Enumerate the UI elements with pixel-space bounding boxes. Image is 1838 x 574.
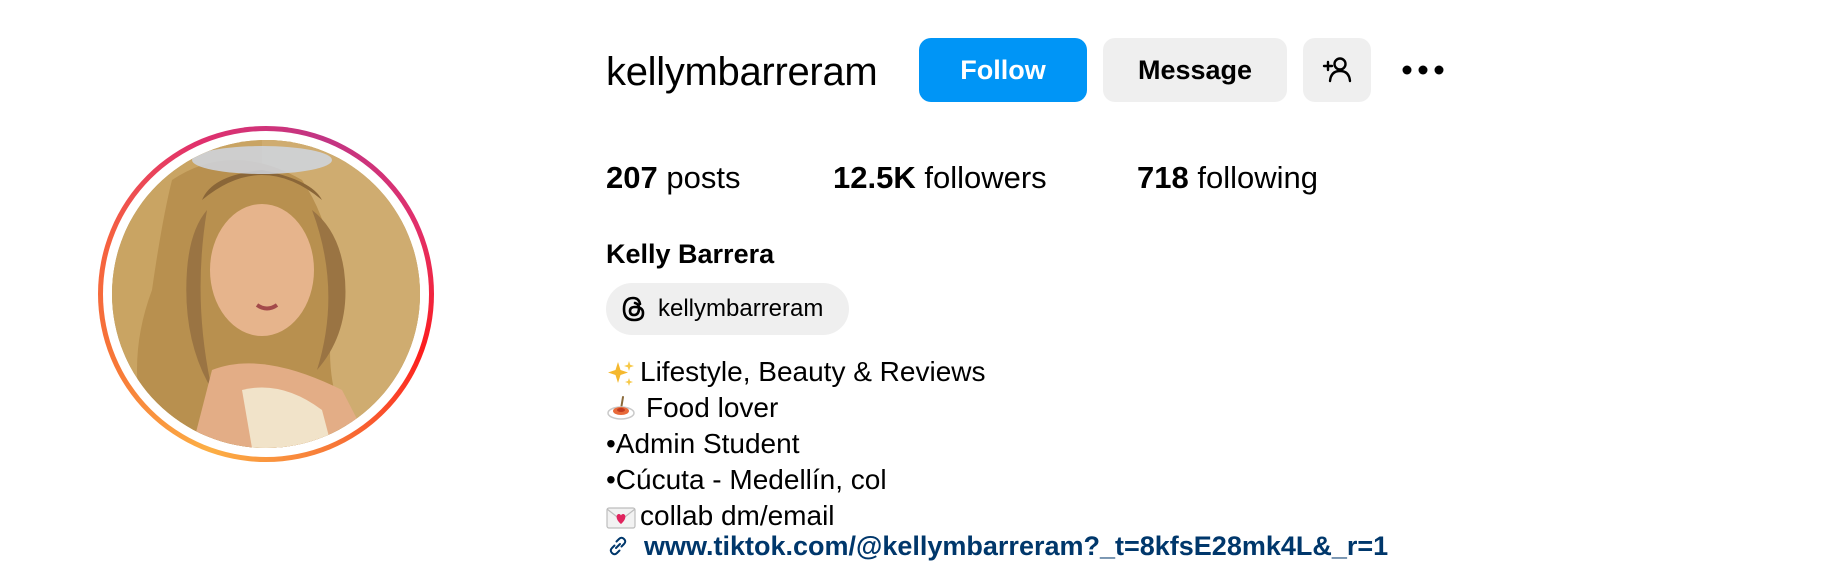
followers-count-value: 12.5K: [833, 160, 916, 195]
add-user-icon: [1322, 57, 1352, 83]
following-link[interactable]: 718 following: [1137, 156, 1318, 200]
following-count-label: following: [1197, 160, 1318, 195]
posts-count-value: 207: [606, 160, 658, 195]
bio-text: collab dm/email: [640, 500, 835, 531]
external-link-text: www.tiktok.com/@kellymbarreram?_t=8kfsE2…: [644, 530, 1389, 561]
more-options-icon: [1402, 65, 1444, 75]
bio-text: Lifestyle, Beauty & Reviews: [640, 356, 986, 387]
bio-line: •Admin Student: [606, 428, 800, 459]
follow-button[interactable]: Follow: [919, 38, 1087, 102]
external-link[interactable]: www.tiktok.com/@kellymbarreram?_t=8kfsE2…: [606, 528, 1388, 564]
posts-count-label: posts: [666, 160, 741, 195]
message-button[interactable]: Message: [1103, 38, 1287, 102]
bio-line: Food lover: [606, 390, 778, 426]
bio-line: Lifestyle, Beauty & Reviews: [606, 354, 986, 390]
threads-badge-link[interactable]: kellymbarreram: [606, 283, 849, 335]
bio-text: Food lover: [646, 392, 779, 423]
love-letter-icon: [606, 507, 636, 529]
more-options-button[interactable]: [1393, 50, 1453, 90]
full-name: Kelly Barrera: [606, 239, 775, 269]
followers-count-label: followers: [924, 160, 1047, 195]
followers-link[interactable]: 12.5K followers: [833, 156, 1047, 200]
username: kellymbarreram: [606, 50, 878, 94]
threads-icon: [622, 296, 645, 322]
link-icon: [609, 536, 627, 556]
avatar[interactable]: [112, 140, 420, 448]
spaghetti-icon: [607, 395, 635, 420]
avatar-photo-illustration: [112, 140, 420, 448]
following-count-value: 718: [1137, 160, 1189, 195]
avatar-story-ring[interactable]: [98, 126, 434, 462]
bio-line: •Cúcuta - Medellín, col: [606, 464, 887, 495]
suggested-users-button[interactable]: [1303, 38, 1371, 102]
sparkles-icon: [608, 360, 634, 386]
profile-header: kellymbarreram Follow Message 207 posts …: [0, 0, 1838, 574]
posts-count: 207 posts: [606, 156, 740, 200]
threads-handle: kellymbarreram: [658, 295, 824, 322]
